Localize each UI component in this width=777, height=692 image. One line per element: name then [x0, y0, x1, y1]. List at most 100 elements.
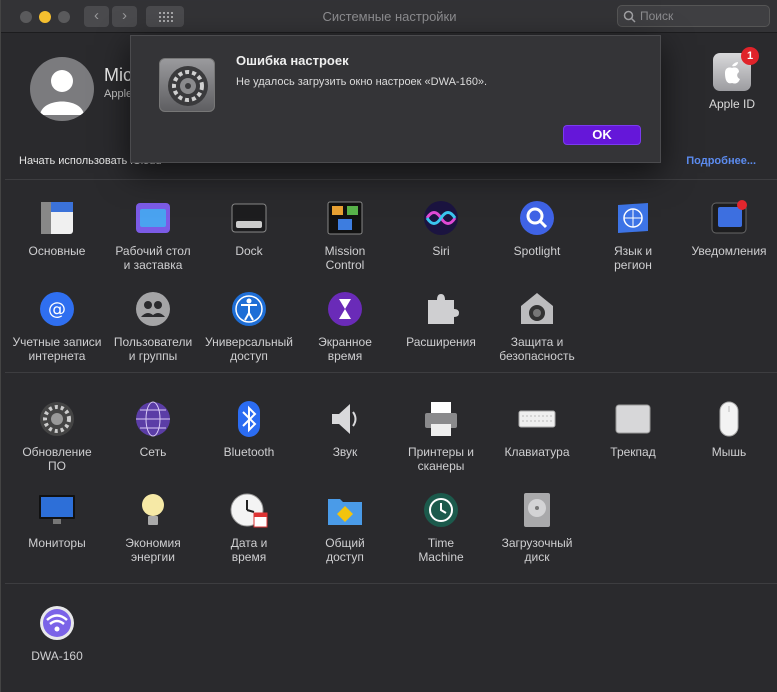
forward-button[interactable]: ›	[112, 6, 137, 27]
notifications-icon	[710, 199, 748, 237]
pane-energy[interactable]: Экономия энергии	[105, 491, 201, 564]
internet-accounts-icon: @	[38, 290, 76, 328]
notification-badge: 1	[741, 47, 759, 65]
pane-notifications[interactable]: Уведомления	[681, 199, 777, 258]
pane-label: Звук	[332, 445, 358, 459]
mission-control-icon	[326, 199, 364, 237]
pane-label: Mission Control	[324, 244, 366, 272]
search-icon	[623, 10, 636, 23]
apple-id-button[interactable]: 1 Apple ID	[706, 47, 759, 111]
avatar[interactable]	[30, 57, 94, 121]
trackpad-icon	[614, 400, 652, 438]
pane-mouse[interactable]: Мышь	[681, 400, 777, 459]
pane-spotlight[interactable]: Spotlight	[489, 199, 585, 258]
extensions-icon	[422, 290, 460, 328]
siri-icon	[422, 199, 460, 237]
back-button[interactable]: ‹	[84, 6, 109, 27]
user-silhouette-icon	[40, 70, 84, 115]
close-button[interactable]	[20, 11, 32, 23]
pane-extensions[interactable]: Расширения	[393, 290, 489, 349]
pane-sharing[interactable]: Общий доступ	[297, 491, 393, 564]
apple-id-label: Apple ID	[708, 97, 756, 111]
pane-label: Загрузочный диск	[501, 536, 573, 564]
ok-button[interactable]: OK	[563, 125, 641, 145]
apple-logo-icon: 1	[713, 47, 759, 91]
error-dialog: Ошибка настроек Не удалось загрузить окн…	[130, 35, 661, 163]
pane-startup-disk[interactable]: Загрузочный диск	[489, 491, 585, 564]
pane-label: Мышь	[711, 445, 747, 459]
pane-label: Учетные записи интернета	[12, 335, 102, 363]
screen-time-icon	[326, 290, 364, 328]
mouse-icon	[710, 400, 748, 438]
pane-keyboard[interactable]: Клавиатура	[489, 400, 585, 459]
sharing-icon	[326, 491, 364, 529]
pane-label: Защита и безопасность	[499, 335, 575, 363]
displays-icon	[38, 491, 76, 529]
pane-label: Принтеры и сканеры	[408, 445, 474, 473]
search-input[interactable]	[640, 8, 765, 24]
pane-time-machine[interactable]: Time Machine	[393, 491, 489, 564]
pane-label: Экономия энергии	[125, 536, 181, 564]
pane-users[interactable]: Пользователи и группы	[105, 290, 201, 363]
pane-label: Bluetooth	[223, 445, 275, 459]
pane-bluetooth[interactable]: Bluetooth	[201, 400, 297, 459]
startup-disk-icon	[518, 491, 556, 529]
pane-language[interactable]: Язык и регион	[585, 199, 681, 272]
pane-label: Мониторы	[28, 536, 86, 550]
pane-label: Основные	[28, 244, 86, 258]
pane-date-time[interactable]: Дата и время	[201, 491, 297, 564]
energy-icon	[134, 491, 172, 529]
search-box[interactable]	[617, 5, 770, 27]
pane-sound[interactable]: Звук	[297, 400, 393, 459]
hardware-section: Обновление ПО Сеть Bluetooth Звук Принтеры и…	[5, 372, 777, 582]
wifi-icon	[38, 604, 76, 642]
pane-dock[interactable]: Dock	[201, 199, 297, 258]
pane-label: DWA-160	[31, 649, 83, 663]
pane-mission-control[interactable]: Mission Control	[297, 199, 393, 272]
accessibility-icon	[230, 290, 268, 328]
user-subtitle: Apple	[104, 88, 133, 100]
pane-label: Пользователи и группы	[113, 335, 193, 363]
pane-network[interactable]: Сеть	[105, 400, 201, 459]
pane-label: Сеть	[139, 445, 167, 459]
language-icon	[614, 199, 652, 237]
pane-trackpad[interactable]: Трекпад	[585, 400, 681, 459]
pane-label: Siri	[432, 244, 450, 258]
pane-screen-time[interactable]: Экранное время	[297, 290, 393, 363]
more-info-link[interactable]: Подробнее...	[686, 155, 756, 167]
dialog-title: Ошибка настроек	[236, 53, 349, 68]
pane-security[interactable]: Защита и безопасность	[489, 290, 585, 363]
user-name: Mic	[104, 65, 132, 85]
time-machine-icon	[422, 491, 460, 529]
pane-internet-accounts[interactable]: @ Учетные записи интернета	[9, 290, 105, 363]
users-icon	[134, 290, 172, 328]
pane-label: Уведомления	[691, 244, 767, 258]
pane-siri[interactable]: Siri	[393, 199, 489, 258]
title-bar: ‹ › Системные настройки	[1, 0, 777, 33]
security-icon	[518, 290, 556, 328]
printer-icon	[422, 400, 460, 438]
pane-desktop[interactable]: Рабочий стол и заставка	[105, 199, 201, 272]
pane-printer[interactable]: Принтеры и сканеры	[393, 400, 489, 473]
sound-icon	[326, 400, 364, 438]
zoom-button[interactable]	[58, 11, 70, 23]
pane-wifi[interactable]: DWA-160	[9, 604, 105, 663]
general-icon	[38, 199, 76, 237]
pane-label: Расширения	[406, 335, 476, 349]
pane-label: Дата и время	[230, 536, 268, 564]
system-preferences-window: ‹ › Системные настройки Mic Apple 1 Appl…	[0, 0, 777, 692]
pane-displays[interactable]: Мониторы	[9, 491, 105, 550]
pane-label: Рабочий стол и заставка	[115, 244, 191, 272]
pane-general[interactable]: Основные	[9, 199, 105, 258]
pane-accessibility[interactable]: Универсальный доступ	[201, 290, 297, 363]
pane-label: Язык и регион	[613, 244, 653, 272]
pane-label: Общий доступ	[325, 536, 365, 564]
preferences-gear-icon	[159, 58, 215, 112]
software-update-icon	[38, 400, 76, 438]
minimize-button[interactable]	[39, 11, 51, 23]
pane-label: Клавиатура	[504, 445, 570, 459]
pane-software-update[interactable]: Обновление ПО	[9, 400, 105, 473]
personal-section: Основные Рабочий стол и заставка Dock Missi…	[5, 179, 777, 371]
spotlight-icon	[518, 199, 556, 237]
show-all-button[interactable]	[146, 6, 184, 27]
